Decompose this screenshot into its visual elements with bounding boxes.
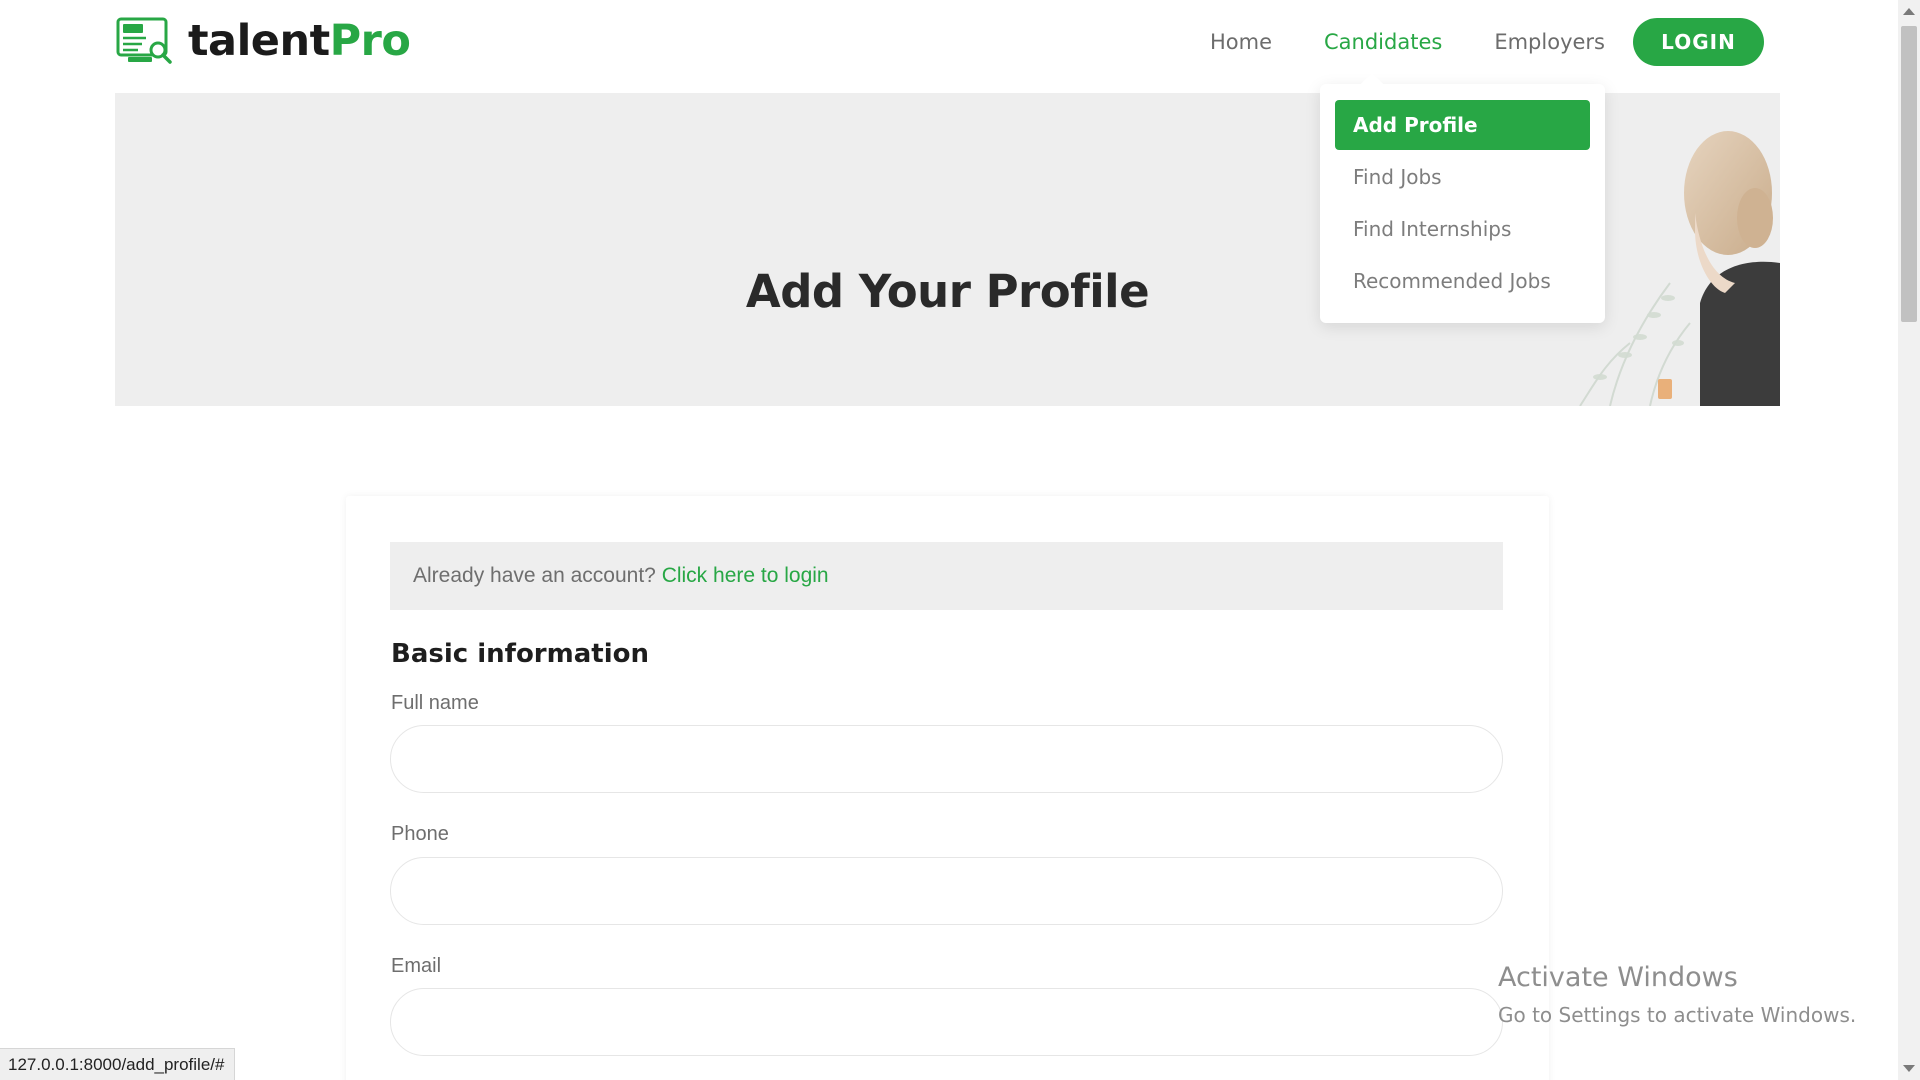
- dropdown-item-find-internships[interactable]: Find Internships: [1335, 204, 1590, 254]
- brand-logo[interactable]: talentPro: [116, 16, 411, 66]
- login-prompt-text: Already have an account?: [413, 564, 656, 587]
- email-label: Email: [391, 955, 442, 977]
- dropdown-item-recommended-jobs[interactable]: Recommended Jobs: [1335, 256, 1590, 306]
- scroll-down-arrow-icon[interactable]: [1903, 1065, 1915, 1072]
- activate-windows-watermark: Activate Windows Go to Settings to activ…: [1498, 960, 1856, 1030]
- full-name-input[interactable]: [390, 725, 1503, 793]
- page-scrollbar[interactable]: [1898, 0, 1920, 1080]
- section-title: Basic information: [391, 639, 649, 669]
- dropdown-item-add-profile[interactable]: Add Profile: [1335, 100, 1590, 150]
- login-link[interactable]: Click here to login: [662, 564, 829, 587]
- email-input[interactable]: [390, 988, 1503, 1056]
- dropdown-item-find-jobs[interactable]: Find Jobs: [1335, 152, 1590, 202]
- nav-candidates[interactable]: Candidates: [1324, 18, 1442, 66]
- brand-name: talentPro: [188, 16, 411, 66]
- login-button[interactable]: LOGIN: [1633, 18, 1764, 66]
- phone-label: Phone: [391, 823, 449, 845]
- candidates-dropdown-menu: Add Profile Find Jobs Find Internships R…: [1320, 84, 1605, 323]
- status-bar-url: 127.0.0.1:8000/add_profile/#: [0, 1048, 236, 1080]
- profile-form-card: Already have an account? Click here to l…: [346, 496, 1549, 1080]
- site-header: talentPro Home Candidates Employers LOGI…: [0, 0, 1898, 92]
- phone-input[interactable]: [390, 857, 1503, 925]
- main-nav: Home Candidates Employers LOGIN: [1210, 18, 1764, 66]
- nav-home[interactable]: Home: [1210, 18, 1272, 66]
- watermark-title: Activate Windows: [1498, 962, 1738, 993]
- job-search-icon: [116, 17, 172, 64]
- full-name-label: Full name: [391, 692, 479, 714]
- nav-employers[interactable]: Employers: [1494, 18, 1605, 66]
- scroll-up-arrow-icon[interactable]: [1903, 8, 1915, 15]
- login-notice: Already have an account? Click here to l…: [390, 542, 1503, 610]
- watermark-subtitle: Go to Settings to activate Windows.: [1498, 1003, 1857, 1027]
- scrollbar-thumb[interactable]: [1901, 26, 1917, 322]
